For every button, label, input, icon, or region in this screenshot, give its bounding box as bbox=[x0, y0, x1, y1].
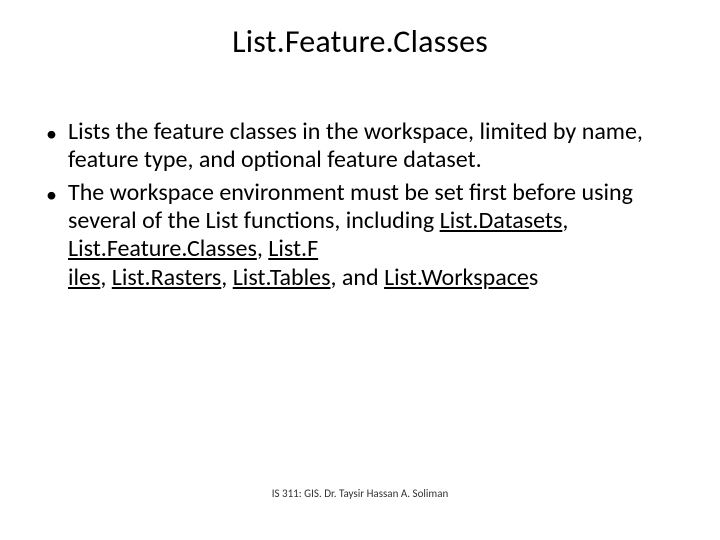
bullet-item: • The workspace environment must be set … bbox=[46, 179, 680, 292]
text-separator: , bbox=[100, 263, 111, 292]
link-list-feature-classes[interactable]: List.Feature.Classes bbox=[68, 234, 257, 263]
bullet-item: • Lists the feature classes in the works… bbox=[46, 118, 680, 175]
slide-footer: IS 311: GIS. Dr. Taysir Hassan A. Solima… bbox=[0, 487, 720, 500]
text-run: s bbox=[529, 263, 538, 292]
text-separator: , bbox=[257, 234, 268, 263]
link-list-rasters[interactable]: List.Rasters bbox=[112, 263, 222, 292]
link-list-workspaces[interactable]: List.Workspace bbox=[384, 263, 529, 292]
bullet-text: The workspace environment must be set fi… bbox=[68, 179, 680, 292]
bullet-dot-icon: • bbox=[46, 118, 68, 175]
bullet-dot-icon: • bbox=[46, 179, 68, 292]
link-list-files-part1[interactable]: List.F bbox=[268, 234, 318, 263]
slide-title: List.Feature.Classes bbox=[0, 22, 720, 61]
slide-body: • Lists the feature classes in the works… bbox=[46, 118, 680, 296]
link-list-tables[interactable]: List.Tables bbox=[233, 263, 331, 292]
link-list-datasets[interactable]: List.Datasets bbox=[440, 206, 563, 235]
text-separator: , bbox=[562, 206, 568, 235]
text-separator: , bbox=[221, 263, 232, 292]
text-separator: , and bbox=[331, 263, 385, 292]
bullet-text: Lists the feature classes in the workspa… bbox=[68, 118, 680, 175]
slide: List.Feature.Classes • Lists the feature… bbox=[0, 0, 720, 540]
link-list-files-part2[interactable]: iles bbox=[68, 263, 100, 292]
